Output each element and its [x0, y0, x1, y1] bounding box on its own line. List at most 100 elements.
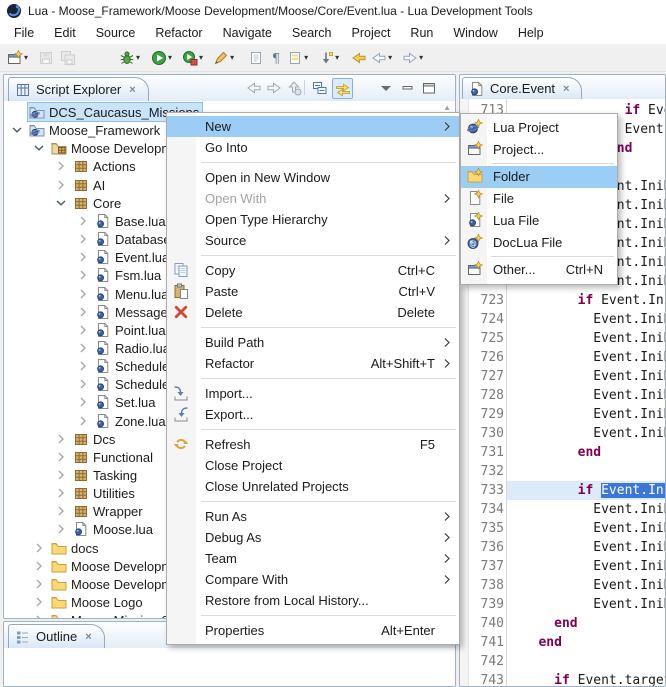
menu-item-doclua-file[interactable]: @DocLua File [461, 232, 617, 254]
collapse-all-button[interactable] [310, 78, 329, 97]
chevron-collapsed-icon[interactable] [31, 594, 47, 610]
chevron-collapsed-icon[interactable] [75, 376, 91, 392]
external-tools-button[interactable]: ▾ [212, 46, 235, 70]
code-line[interactable]: end [507, 633, 665, 652]
line-number[interactable]: 741 [468, 633, 504, 652]
line-number[interactable]: 735 [468, 519, 504, 538]
chevron-collapsed-icon[interactable] [75, 358, 91, 374]
dropdown-arrow-icon[interactable]: ▾ [419, 53, 423, 62]
menu-item-copy[interactable]: CopyCtrl+C [167, 260, 459, 281]
line-number[interactable]: 737 [468, 557, 504, 576]
line-number[interactable]: 733 [468, 481, 504, 500]
chevron-collapsed-icon[interactable] [53, 177, 69, 193]
code-line[interactable]: Event.IniD [507, 367, 665, 386]
chevron-collapsed-icon[interactable] [75, 322, 91, 338]
menu-item-source[interactable]: Source [167, 230, 459, 251]
code-line[interactable]: Event.IniD [507, 519, 665, 538]
code-line[interactable]: Event.IniD [507, 595, 665, 614]
dropdown-arrow-icon[interactable]: ▾ [304, 53, 308, 62]
chevron-collapsed-icon[interactable] [53, 467, 69, 483]
menu-item-open-type-hierarchy[interactable]: Open Type Hierarchy [167, 209, 459, 230]
line-number[interactable]: 728 [468, 386, 504, 405]
code-line[interactable]: end [507, 614, 665, 633]
menubar-item-window[interactable]: Window [443, 24, 507, 42]
line-number[interactable]: 739 [468, 595, 504, 614]
run-history-button[interactable]: ▾ [181, 46, 204, 70]
save-button[interactable] [37, 46, 55, 70]
dropdown-arrow-icon[interactable]: ▾ [230, 53, 234, 62]
code-line[interactable]: Event.IniD [507, 310, 665, 329]
menu-item-other[interactable]: Other...Ctrl+N [461, 259, 617, 281]
code-line[interactable]: Event.IniD [507, 386, 665, 405]
menu-item-build-path[interactable]: Build Path [167, 332, 459, 353]
menu-item-debug-as[interactable]: Debug As [167, 527, 459, 548]
minimize-button[interactable] [398, 78, 417, 97]
line-number[interactable]: 736 [468, 538, 504, 557]
line-number[interactable]: 731 [468, 443, 504, 462]
code-line[interactable] [507, 652, 665, 671]
menu-item-project[interactable]: Project... [461, 139, 617, 161]
menu-item-paste[interactable]: PasteCtrl+V [167, 281, 459, 302]
tab-outline[interactable]: Outline × [8, 624, 105, 648]
close-icon[interactable]: × [85, 631, 91, 643]
line-number[interactable]: 724 [468, 310, 504, 329]
chevron-expanded-icon[interactable] [9, 122, 25, 138]
line-number[interactable]: 738 [468, 576, 504, 595]
chevron-collapsed-icon[interactable] [31, 576, 47, 592]
menubar-item-file[interactable]: File [4, 24, 44, 42]
menu-item-team[interactable]: Team [167, 548, 459, 569]
menu-item-open-with[interactable]: Open With [167, 188, 459, 209]
chevron-collapsed-icon[interactable] [53, 485, 69, 501]
dropdown-arrow-icon[interactable]: ▾ [136, 53, 140, 62]
dropdown-arrow-icon[interactable]: ▾ [199, 53, 203, 62]
view-menu-button[interactable] [376, 78, 395, 97]
menu-item-close-unrelated-projects[interactable]: Close Unrelated Projects [167, 476, 459, 497]
forward-nav-button[interactable] [264, 78, 283, 97]
run-button[interactable]: ▾ [150, 46, 173, 70]
menubar-item-run[interactable]: Run [400, 24, 443, 42]
line-number[interactable]: 732 [468, 462, 504, 481]
menubar-item-project[interactable]: Project [342, 24, 401, 42]
last-edit-location-button[interactable] [350, 46, 368, 70]
chevron-collapsed-icon[interactable] [75, 231, 91, 247]
line-number[interactable]: 730 [468, 424, 504, 443]
menu-item-go-into[interactable]: Go Into [167, 137, 459, 158]
menubar-item-help[interactable]: Help [508, 24, 554, 42]
menu-item-delete[interactable]: DeleteDelete [167, 302, 459, 323]
code-line[interactable]: Event.IniD [507, 348, 665, 367]
chevron-collapsed-icon[interactable] [53, 503, 69, 519]
line-number[interactable]: 740 [468, 614, 504, 633]
menu-item-refactor[interactable]: RefactorAlt+Shift+T [167, 353, 459, 374]
line-number[interactable]: 725 [468, 329, 504, 348]
menu-item-import[interactable]: Import... [167, 383, 459, 404]
chevron-collapsed-icon[interactable] [53, 449, 69, 465]
menu-item-new[interactable]: New [167, 116, 459, 137]
menubar-item-source[interactable]: Source [86, 24, 146, 42]
forward-button[interactable]: ▾ [401, 46, 424, 70]
chevron-collapsed-icon[interactable] [53, 158, 69, 174]
dropdown-arrow-icon[interactable]: ▾ [388, 53, 392, 62]
maximize-button[interactable] [419, 78, 438, 97]
tab-core-event[interactable]: Core.Event × [462, 77, 582, 99]
code-line[interactable]: Event.IniD [507, 500, 665, 519]
chevron-collapsed-icon[interactable] [75, 249, 91, 265]
code-line[interactable]: Event.IniD [507, 424, 665, 443]
chevron-collapsed-icon[interactable] [75, 413, 91, 429]
code-line[interactable]: Event.IniD [507, 538, 665, 557]
line-number[interactable]: 723 [468, 291, 504, 310]
dropdown-arrow-icon[interactable]: ▾ [335, 53, 339, 62]
new-wizard-button[interactable]: ▾ [6, 46, 29, 70]
chevron-collapsed-icon[interactable] [53, 521, 69, 537]
chevron-collapsed-icon[interactable] [75, 267, 91, 283]
code-line[interactable]: Event.IniD [507, 329, 665, 348]
chevron-collapsed-icon[interactable] [31, 558, 47, 574]
menubar-item-edit[interactable]: Edit [44, 24, 86, 42]
menubar-item-refactor[interactable]: Refactor [145, 24, 212, 42]
menu-item-close-project[interactable]: Close Project [167, 455, 459, 476]
code-line[interactable] [507, 462, 665, 481]
up-nav-button[interactable] [284, 78, 303, 97]
chevron-collapsed-icon[interactable] [53, 431, 69, 447]
line-number[interactable]: 729 [468, 405, 504, 424]
open-declaration-button[interactable] [247, 46, 265, 70]
chevron-collapsed-icon[interactable] [75, 304, 91, 320]
